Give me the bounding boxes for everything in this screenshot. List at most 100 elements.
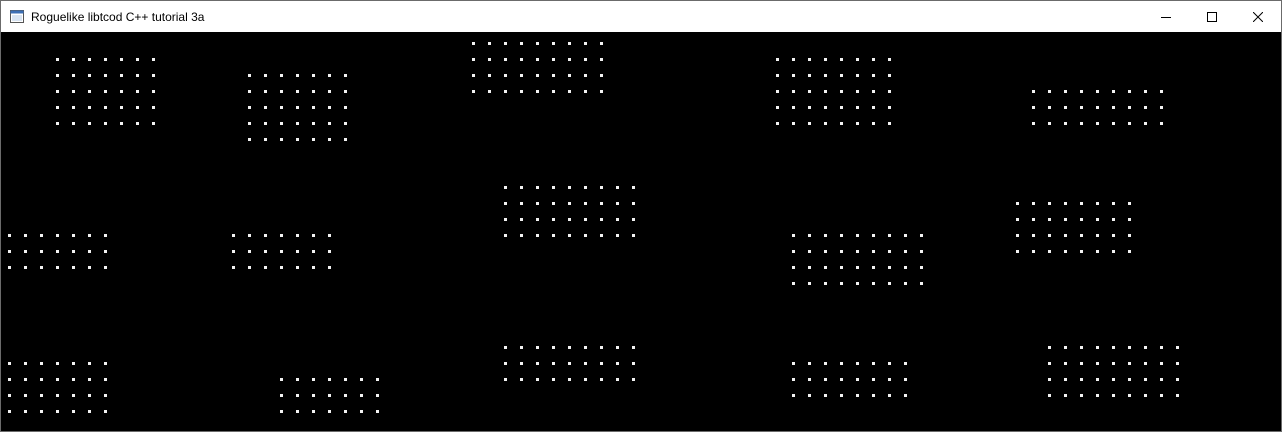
floor-tile [1128, 250, 1131, 253]
maximize-icon [1207, 11, 1217, 22]
maximize-button[interactable] [1189, 1, 1235, 32]
floor-tile [520, 42, 523, 45]
floor-tile [72, 394, 75, 397]
floor-tile [488, 74, 491, 77]
floor-tile [856, 106, 859, 109]
floor-tile [264, 90, 267, 93]
floor-tile [552, 186, 555, 189]
floor-tile [152, 122, 155, 125]
floor-tile [120, 74, 123, 77]
floor-tile [248, 74, 251, 77]
floor-tile [888, 234, 891, 237]
floor-tile [280, 106, 283, 109]
floor-tile [520, 346, 523, 349]
floor-tile [520, 58, 523, 61]
floor-tile [616, 378, 619, 381]
floor-tile [8, 410, 11, 413]
floor-tile [520, 90, 523, 93]
floor-tile [88, 122, 91, 125]
floor-tile [552, 218, 555, 221]
floor-tile [504, 362, 507, 365]
floor-tile [264, 106, 267, 109]
floor-tile [88, 234, 91, 237]
floor-tile [1064, 202, 1067, 205]
floor-tile [72, 362, 75, 365]
floor-tile [568, 58, 571, 61]
floor-tile [1048, 202, 1051, 205]
floor-tile [312, 410, 315, 413]
floor-tile [1160, 106, 1163, 109]
floor-tile [600, 42, 603, 45]
floor-tile [328, 106, 331, 109]
floor-tile [296, 122, 299, 125]
game-console[interactable] [2, 32, 1281, 431]
floor-tile [872, 266, 875, 269]
floor-tile [328, 266, 331, 269]
floor-tile [1128, 362, 1131, 365]
floor-tile [616, 186, 619, 189]
floor-tile [88, 266, 91, 269]
floor-tile [1064, 122, 1067, 125]
floor-tile [1016, 218, 1019, 221]
floor-tile [536, 58, 539, 61]
console-window-icon[interactable] [9, 9, 25, 25]
floor-tile [488, 90, 491, 93]
floor-tile [104, 410, 107, 413]
floor-tile [328, 394, 331, 397]
floor-tile [312, 138, 315, 141]
floor-tile [264, 266, 267, 269]
floor-tile [888, 122, 891, 125]
floor-tile [1128, 234, 1131, 237]
floor-tile [360, 378, 363, 381]
floor-tile [856, 58, 859, 61]
floor-tile [376, 394, 379, 397]
floor-tile [584, 378, 587, 381]
floor-tile [1048, 234, 1051, 237]
floor-tile [504, 90, 507, 93]
floor-tile [360, 394, 363, 397]
floor-tile [584, 202, 587, 205]
floor-tile [328, 234, 331, 237]
floor-tile [568, 74, 571, 77]
floor-tile [312, 234, 315, 237]
floor-tile [600, 362, 603, 365]
floor-tile [568, 218, 571, 221]
floor-tile [856, 90, 859, 93]
floor-tile [328, 378, 331, 381]
minimize-button[interactable] [1143, 1, 1189, 32]
floor-tile [1064, 394, 1067, 397]
floor-tile [792, 74, 795, 77]
floor-tile [584, 186, 587, 189]
floor-tile [792, 122, 795, 125]
floor-tile [104, 58, 107, 61]
floor-tile [264, 138, 267, 141]
floor-tile [616, 218, 619, 221]
title-bar[interactable]: Roguelike libtcod C++ tutorial 3a [1, 1, 1281, 32]
close-button[interactable] [1235, 1, 1281, 32]
floor-tile [584, 218, 587, 221]
floor-tile [872, 362, 875, 365]
floor-tile [888, 362, 891, 365]
floor-tile [840, 58, 843, 61]
floor-tile [1048, 250, 1051, 253]
floor-tile [104, 90, 107, 93]
floor-tile [792, 58, 795, 61]
floor-tile [344, 410, 347, 413]
floor-tile [1144, 106, 1147, 109]
floor-tile [56, 250, 59, 253]
floor-tile [1080, 346, 1083, 349]
floor-tile [632, 186, 635, 189]
floor-tile [632, 234, 635, 237]
floor-tile [856, 122, 859, 125]
floor-tile [1096, 378, 1099, 381]
floor-tile [280, 234, 283, 237]
floor-tile [1048, 218, 1051, 221]
floor-tile [120, 58, 123, 61]
floor-tile [840, 362, 843, 365]
floor-tile [840, 250, 843, 253]
floor-tile [1112, 122, 1115, 125]
floor-tile [56, 234, 59, 237]
floor-tile [1112, 234, 1115, 237]
floor-tile [248, 122, 251, 125]
floor-tile [56, 394, 59, 397]
